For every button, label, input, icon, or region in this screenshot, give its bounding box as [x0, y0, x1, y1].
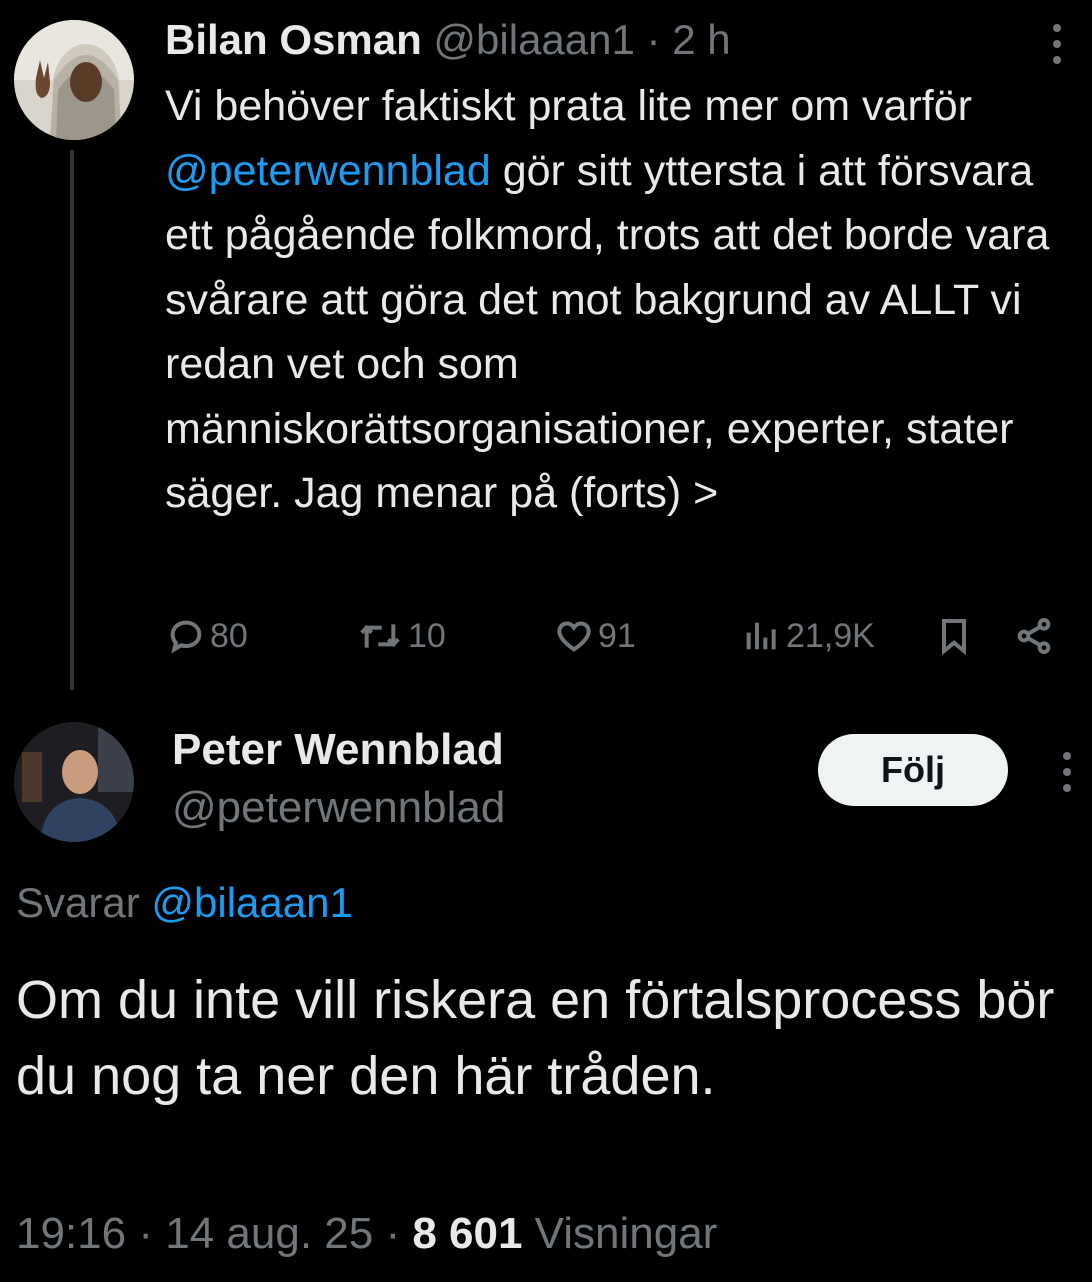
tweet1-author-name[interactable]: Bilan Osman: [165, 16, 422, 63]
follow-button[interactable]: Följ: [818, 734, 1008, 806]
tweet2-text: Om du inte vill riskera en förtalsproces…: [16, 970, 1055, 1106]
reply-button[interactable]: 80: [166, 616, 248, 656]
tweet2-views-count: 8 601: [412, 1209, 523, 1258]
like-count: 91: [598, 616, 636, 655]
tweet1-handle[interactable]: @bilaaan1: [433, 16, 634, 63]
meta-separator: ·: [138, 1209, 153, 1258]
share-button[interactable]: [1014, 616, 1054, 656]
tweet1-mention[interactable]: @peterwennblad: [165, 147, 491, 195]
tweet1-actions: 80 10 91 21,9K: [0, 608, 1092, 664]
tweet1-separator: ·: [646, 16, 661, 63]
tweet1-header: Bilan Osman @bilaaan1 · 2 h: [165, 14, 731, 66]
tweet1-time[interactable]: 2 h: [672, 16, 730, 63]
avatar-bilan-osman[interactable]: [14, 20, 134, 140]
retweet-button[interactable]: 10: [356, 616, 446, 656]
retweet-count: 10: [408, 616, 446, 655]
views-button[interactable]: 21,9K: [742, 616, 875, 656]
tweet1-text: Vi behöver faktiskt prata lite mer om va…: [165, 74, 1075, 526]
like-icon: [557, 621, 591, 652]
tweet2-meta: 19:16 · 14 aug. 25 · 8 601 Visningar: [16, 1204, 717, 1264]
reply-icon: [170, 620, 202, 654]
tweet2-views-label: Visningar: [534, 1209, 718, 1258]
like-button[interactable]: 91: [554, 616, 636, 656]
reply-mention[interactable]: @bilaaan1: [151, 879, 352, 926]
tweet2-author-name[interactable]: Peter Wennblad: [172, 722, 504, 778]
avatar-peter-wennblad[interactable]: [14, 722, 134, 842]
tweet2-time[interactable]: 19:16: [16, 1209, 126, 1258]
avatar-image: [14, 20, 134, 140]
meta-separator: ·: [385, 1209, 401, 1258]
replying-to: Svarar @bilaaan1: [16, 876, 353, 930]
bookmark-icon: [942, 619, 966, 656]
avatar-image: [14, 722, 134, 842]
tweet1-text-part2: gör sitt yttersta i att försvara ett påg…: [165, 146, 1050, 518]
tweet1-more-icon[interactable]: [1040, 22, 1074, 66]
reply-count: 80: [210, 616, 248, 655]
retweet-icon: [360, 624, 400, 648]
tweet2-date[interactable]: 14 aug. 25: [165, 1209, 373, 1258]
bookmark-button[interactable]: [934, 616, 974, 656]
views-icon: [746, 622, 776, 650]
tweet2-handle[interactable]: @peterwennblad: [172, 780, 505, 836]
tweet1-text-part1: Vi behöver faktiskt prata lite mer om va…: [165, 82, 972, 130]
share-icon: [1017, 618, 1051, 654]
tweet2-more-icon[interactable]: [1050, 750, 1084, 794]
views-count: 21,9K: [786, 616, 875, 655]
reply-prefix: Svarar: [16, 879, 140, 926]
